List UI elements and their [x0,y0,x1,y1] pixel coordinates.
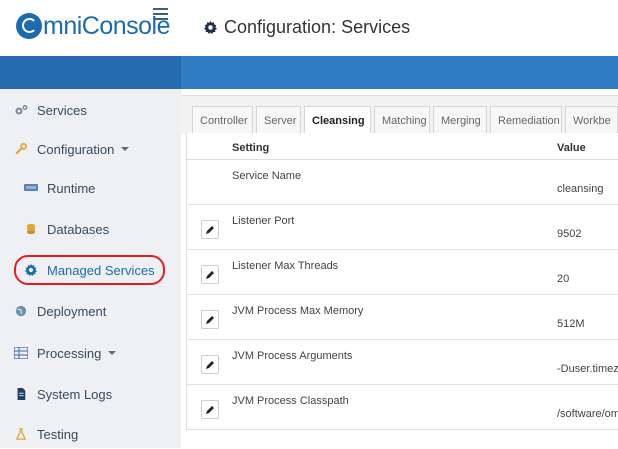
edit-button[interactable] [201,400,219,419]
setting-name: JVM Process Max Memory [232,305,364,317]
sidebar-item-label: Testing [37,426,79,442]
sidebar-item-label: Deployment [37,303,107,319]
main-panel: Controller Server Cleansing Matching Mer… [181,89,618,448]
tab-workbench[interactable]: Workbe [565,106,618,134]
setting-value: cleansing [557,183,604,195]
table-row: Service Name cleansing [186,160,618,205]
setting-name: JVM Process Classpath [232,395,349,407]
database-icon [27,223,35,235]
sidebar-item-label: Configuration [37,141,115,157]
sidebar-item-label: Processing [37,345,102,361]
gear-icon [204,21,217,34]
setting-value: -Duser.timez [557,363,618,375]
setting-value: 512M [557,318,585,330]
sidebar-item-label: Services [37,102,87,118]
tab-bar: Controller Server Cleansing Matching Mer… [181,95,618,135]
app-logo[interactable]: mniConsole [16,12,171,41]
setting-name: Listener Port [232,215,295,227]
app-header: mniConsole Configuration: Services [0,0,618,56]
selection-highlight-outline [14,255,165,285]
setting-name: Service Name [232,170,302,182]
table-row: Listener Max Threads 20 [186,250,618,295]
monitor-icon [24,184,38,191]
sidebar-item-databases[interactable]: Databases [24,214,109,244]
sidebar-item-runtime[interactable]: Runtime [24,173,95,203]
table-row: JVM Process Arguments -Duser.timez [186,340,618,385]
edit-button[interactable] [201,220,219,239]
cogs-icon [15,105,28,115]
tab-server[interactable]: Server [256,106,301,134]
page-title-text: Configuration: Services [224,17,411,37]
menu-toggle-icon[interactable] [153,8,168,22]
chevron-down-icon [108,351,117,355]
sidebar-item-processing[interactable]: Processing [14,338,117,368]
logo-o-icon [16,13,42,39]
logo-text: mniConsole [43,12,171,40]
setting-name: Listener Max Threads [232,260,339,272]
table-row: Listener Port 9502 [186,205,618,250]
tab-cleansing[interactable]: Cleansing [304,106,371,135]
globe-icon [15,305,27,317]
tab-merging[interactable]: Merging [433,106,487,134]
file-icon [17,388,26,400]
sidebar-item-label: Databases [47,221,110,237]
page-title: Configuration: Services [204,17,410,38]
sidebar-item-label: Runtime [47,180,96,196]
pencil-icon [206,226,214,234]
sidebar-item-testing[interactable]: Testing [14,419,78,449]
flask-icon [15,428,27,440]
pencil-icon [206,406,214,414]
edit-button[interactable] [201,265,219,284]
sidebar-item-configuration[interactable]: Configuration [14,134,130,164]
sidebar-item-services[interactable]: Services [14,95,87,125]
edit-button[interactable] [201,310,219,329]
tab-remediation[interactable]: Remediation [490,106,562,134]
sidebar: Services Configuration Runtime Databases… [0,89,181,448]
pencil-icon [206,316,214,324]
grid-icon [14,347,28,359]
table-header: Setting Value [186,133,618,160]
tab-controller[interactable]: Controller [192,106,253,134]
setting-value: /software/om [557,408,618,420]
setting-name: JVM Process Arguments [232,350,353,362]
sidebar-item-system-logs[interactable]: System Logs [14,379,112,409]
pencil-icon [206,361,214,369]
table-row: JVM Process Max Memory 512M [186,295,618,340]
column-header-setting[interactable]: Setting [232,142,269,154]
setting-value: 20 [557,273,570,285]
top-nav-bar [0,56,618,89]
sidebar-item-label: System Logs [37,386,113,402]
pencil-icon [206,271,214,279]
edit-button[interactable] [201,355,219,374]
tab-matching[interactable]: Matching [374,106,430,134]
table-row: JVM Process Classpath /software/om [186,385,618,430]
chevron-down-icon [121,147,130,151]
wrench-icon [15,143,27,155]
column-header-value[interactable]: Value [557,142,586,154]
sidebar-item-deployment[interactable]: Deployment [14,296,106,326]
setting-value: 9502 [557,228,582,240]
